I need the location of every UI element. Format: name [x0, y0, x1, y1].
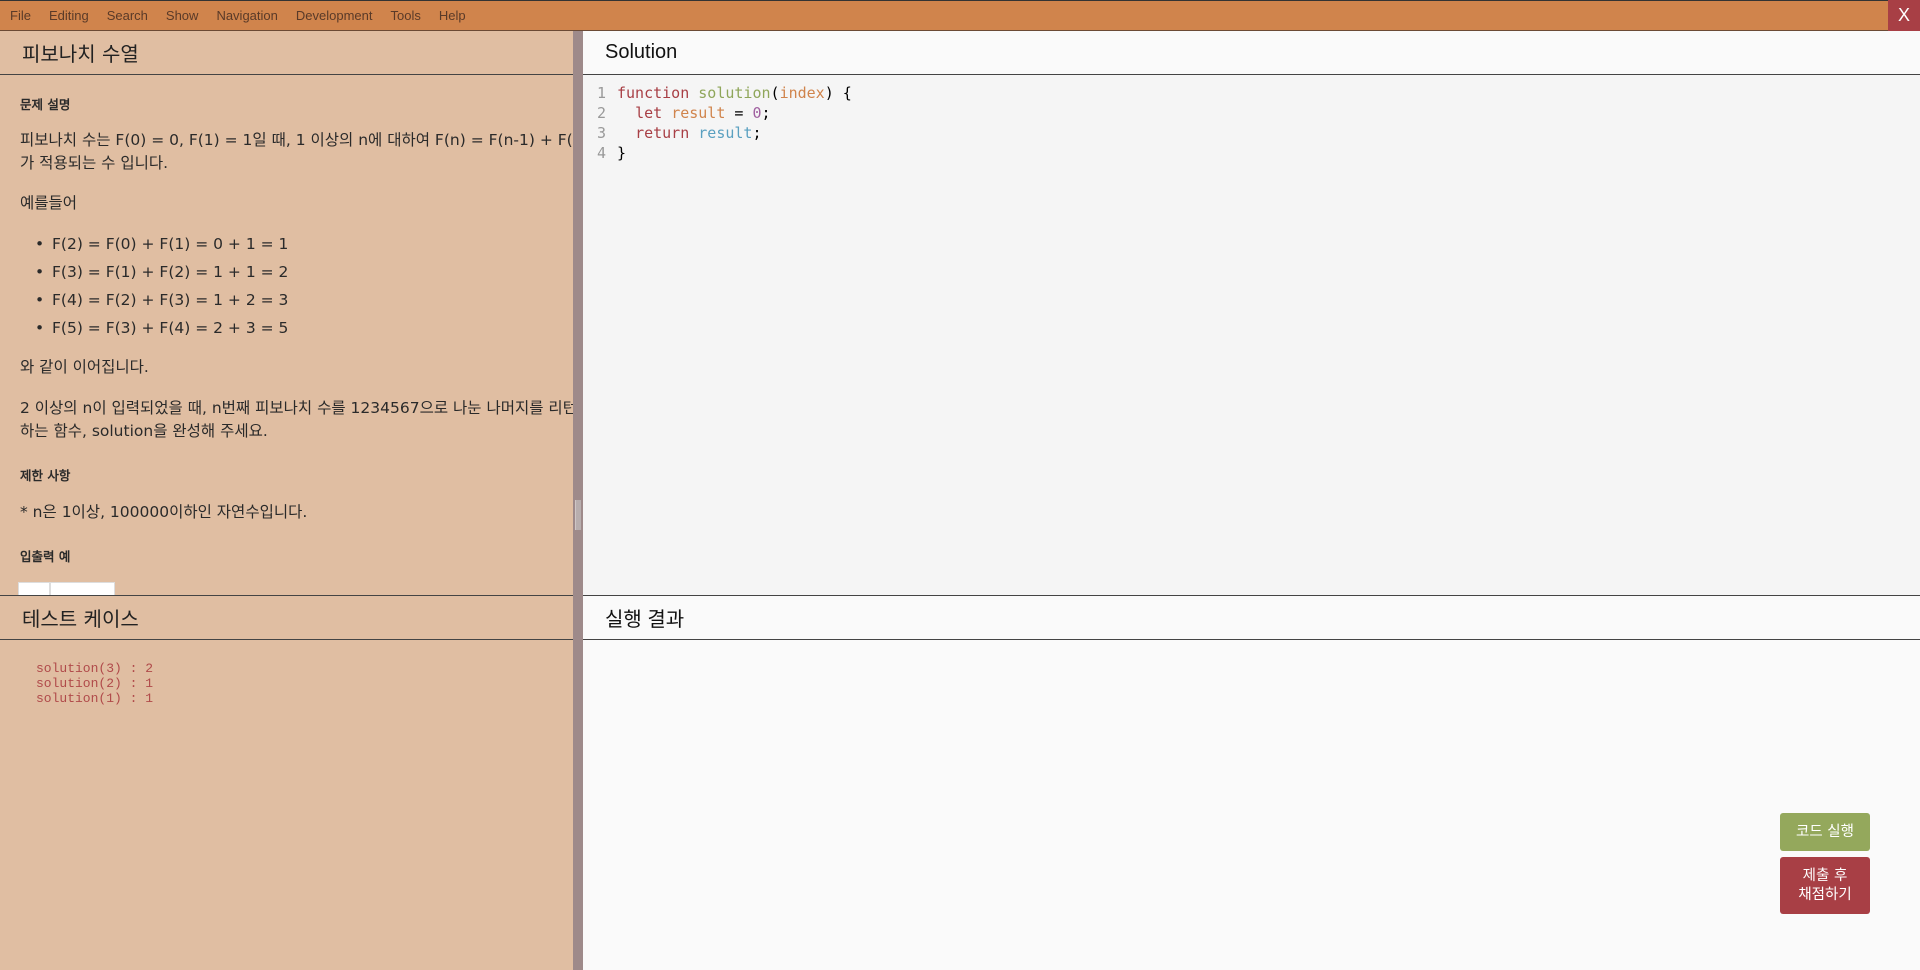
menu-editing[interactable]: Editing — [49, 8, 89, 23]
scrollbar-thumb[interactable] — [575, 500, 581, 530]
section-constraints-heading: 제한 사항 — [20, 468, 71, 483]
test-case-list: solution(3) : 2 solution(2) : 1 solution… — [0, 640, 573, 706]
code-token: return — [635, 124, 690, 142]
description-text: 와 같이 이어집니다. — [20, 358, 149, 376]
line-number: 4 — [597, 144, 607, 162]
code-editor[interactable]: 1 function solution(index) {2 let result … — [583, 75, 1920, 163]
run-code-button[interactable]: 코드 실행 — [1780, 813, 1870, 851]
description-text: 피보나치 수는 F(0) = 0, F(1) = 1일 때, 1 이상의 n에 … — [20, 131, 573, 149]
menu-navigation[interactable]: Navigation — [216, 8, 277, 23]
close-button[interactable]: X — [1888, 0, 1920, 31]
list-item: F(4) = F(2) + F(3) = 1 + 2 = 3 — [35, 288, 288, 312]
menu-development[interactable]: Development — [296, 8, 373, 23]
code-token: 0 — [752, 104, 762, 122]
code-token: let — [635, 104, 663, 122]
result-panel: 실행 결과 — [583, 595, 1920, 970]
example-intro: 예를들어 — [20, 194, 78, 212]
editor-title: Solution — [583, 31, 1920, 75]
description-text: 가 적용되는 수 입니다. — [20, 154, 169, 172]
line-number: 2 — [597, 104, 607, 122]
menu-help[interactable]: Help — [439, 8, 466, 23]
code-token: result — [698, 124, 753, 142]
list-item: F(3) = F(1) + F(2) = 1 + 1 = 2 — [35, 260, 288, 284]
line-number: 1 — [597, 84, 607, 102]
io-table-cell — [50, 582, 115, 595]
section-io-heading: 입출력 예 — [20, 549, 71, 564]
code-token: index — [779, 84, 825, 102]
constraint-text: * n은 1이상, 100000이하인 자연수입니다. — [20, 503, 308, 521]
test-case: solution(3) : 2 — [36, 661, 154, 676]
test-case-title: 테스트 케이스 — [0, 596, 573, 640]
list-item: F(2) = F(0) + F(1) = 0 + 1 = 1 — [35, 232, 288, 256]
io-table-cell — [18, 582, 50, 595]
run-code-label: 코드 실행 — [1796, 823, 1854, 840]
section-description-heading: 문제 설명 — [20, 97, 71, 112]
result-title: 실행 결과 — [583, 596, 1920, 640]
problem-title: 피보나치 수열 — [0, 31, 573, 75]
test-case: solution(1) : 1 — [36, 691, 154, 706]
menu-bar: File Editing Search Show Navigation Deve… — [0, 0, 1920, 31]
editor-panel: Solution 1 function solution(index) {2 le… — [583, 31, 1920, 595]
menu-show[interactable]: Show — [166, 8, 199, 23]
code-token: function — [617, 84, 690, 102]
task-text: 하는 함수, solution을 완성해 주세요. — [20, 422, 268, 440]
code-token: solution — [698, 84, 771, 102]
list-item: F(5) = F(3) + F(4) = 2 + 3 = 5 — [35, 316, 288, 340]
menu-search[interactable]: Search — [107, 8, 148, 23]
test-case-panel: 테스트 케이스 solution(3) : 2 solution(2) : 1 … — [0, 595, 573, 970]
menu-file[interactable]: File — [10, 8, 31, 23]
submit-label: 채점하기 — [1798, 886, 1852, 903]
test-case: solution(2) : 1 — [36, 676, 154, 691]
line-number: 3 — [597, 124, 607, 142]
submit-label: 제출 후 — [1802, 867, 1848, 884]
menu-tools[interactable]: Tools — [390, 8, 420, 23]
problem-panel: 피보나치 수열 문제 설명 피보나치 수는 F(0) = 0, F(1) = 1… — [0, 31, 573, 595]
submit-button[interactable]: 제출 후 채점하기 — [1780, 857, 1870, 914]
task-text: 2 이상의 n이 입력되었을 때, n번째 피보나치 수를 1234567으로 … — [20, 399, 573, 417]
code-token: result — [671, 104, 726, 122]
